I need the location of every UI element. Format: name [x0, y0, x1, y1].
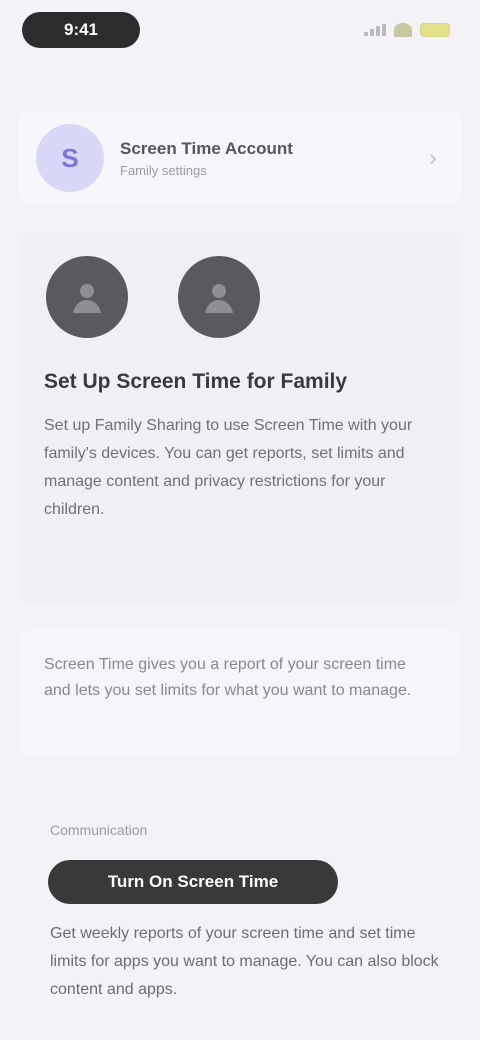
account-text: Screen Time Account Family settings	[120, 139, 422, 178]
family-setup-card: Set Up Screen Time for Family Set up Fam…	[18, 232, 462, 604]
family-setup-description: Set up Family Sharing to use Screen Time…	[44, 417, 413, 518]
signal-icon	[364, 24, 386, 36]
status-icons	[364, 22, 450, 38]
person-icon	[178, 256, 260, 338]
account-name: Screen Time Account	[120, 138, 293, 158]
account-row[interactable]: S Screen Time Account Family settings ›	[18, 112, 462, 204]
person-icon	[46, 256, 128, 338]
bottom-description: Get weekly reports of your screen time a…	[50, 925, 439, 998]
info-card: Screen Time gives you a report of your s…	[18, 630, 462, 758]
wifi-icon	[394, 23, 412, 37]
turn-on-screen-time-button[interactable]: Turn On Screen Time	[48, 860, 338, 904]
family-icons	[46, 256, 436, 338]
chevron-right-icon: ›	[429, 145, 437, 170]
family-setup-title: Set Up Screen Time for Family	[44, 370, 348, 393]
section-label: Communication	[50, 822, 148, 838]
battery-icon	[420, 23, 450, 37]
avatar: S	[36, 124, 104, 192]
status-bar: 9:41	[0, 0, 480, 64]
account-subtitle: Family settings	[120, 162, 207, 178]
info-text: Screen Time gives you a report of your s…	[44, 656, 412, 699]
status-time: 9:41	[22, 12, 140, 48]
